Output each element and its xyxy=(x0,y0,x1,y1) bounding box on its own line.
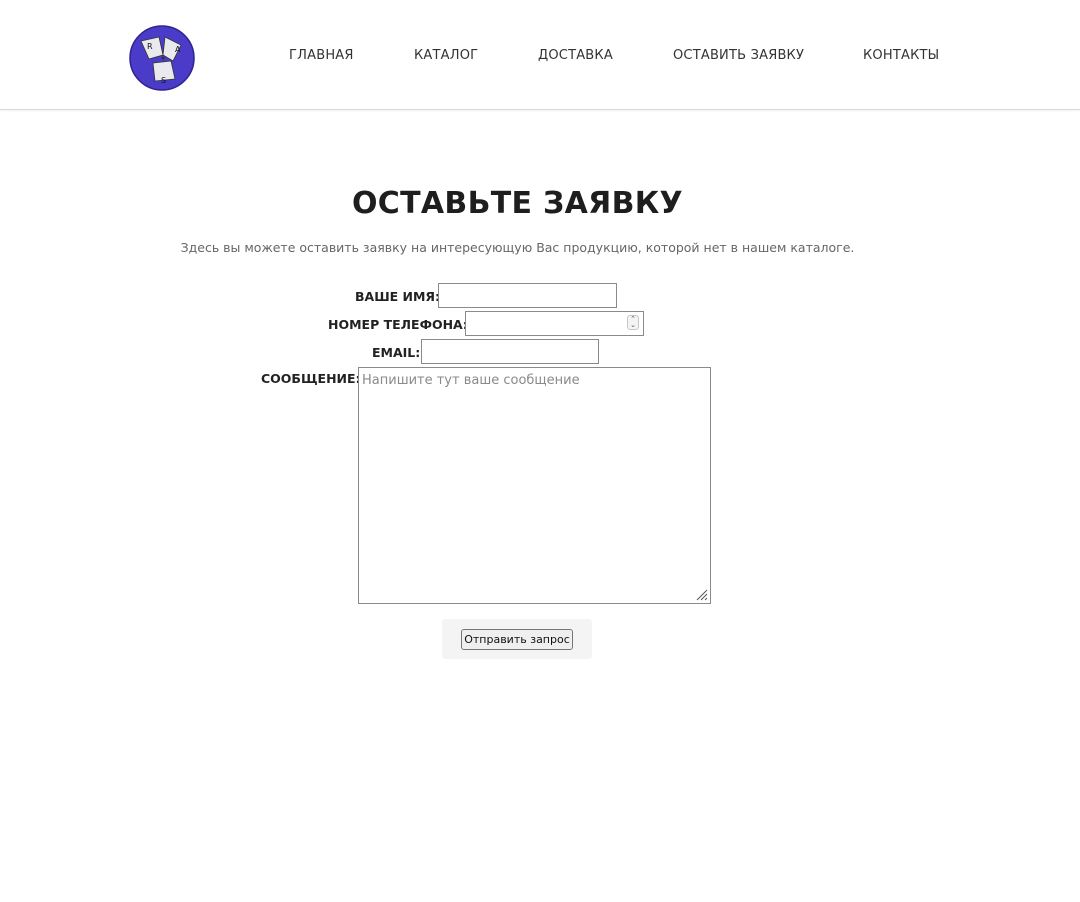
email-input[interactable] xyxy=(421,339,599,364)
logo-letter-r: R xyxy=(147,42,153,51)
logo-letter-a: A xyxy=(175,45,181,54)
message-label: СООБЩЕНИЕ: xyxy=(261,371,361,386)
phone-spinner-icon[interactable]: ⌃ ⌄ xyxy=(627,315,639,330)
nav-link-delivery[interactable]: ДОСТАВКА xyxy=(538,48,613,63)
logo-icon[interactable]: R A S xyxy=(129,25,195,91)
name-input[interactable] xyxy=(438,283,617,308)
nav-link-contacts[interactable]: КОНТАКТЫ xyxy=(863,48,939,63)
resize-grip-icon[interactable] xyxy=(695,588,708,601)
submit-button[interactable]: Отправить запрос xyxy=(461,629,573,650)
logo-letter-s: S xyxy=(161,76,166,85)
nav-link-catalog[interactable]: КАТАЛОГ xyxy=(414,48,478,63)
phone-input[interactable] xyxy=(465,311,644,336)
page-title: ОСТАВЬТЕ ЗАЯВКУ xyxy=(352,186,683,221)
submit-area: Отправить запрос xyxy=(442,619,592,659)
phone-field-wrap: ⌃ ⌄ xyxy=(465,311,644,336)
site-header: R A S ГЛАВНАЯ КАТАЛОГ ДОСТАВКА ОСТАВИТЬ … xyxy=(0,0,1080,110)
nav-link-request[interactable]: ОСТАВИТЬ ЗАЯВКУ xyxy=(673,48,804,63)
page-subtitle: Здесь вы можете оставить заявку на интер… xyxy=(180,240,855,255)
message-textarea[interactable] xyxy=(358,367,711,604)
email-label: EMAIL: xyxy=(372,345,421,360)
nav-link-home[interactable]: ГЛАВНАЯ xyxy=(289,48,354,63)
name-label: ВАШЕ ИМЯ: xyxy=(355,289,441,304)
phone-label: НОМЕР ТЕЛЕФОНА: xyxy=(328,317,468,332)
